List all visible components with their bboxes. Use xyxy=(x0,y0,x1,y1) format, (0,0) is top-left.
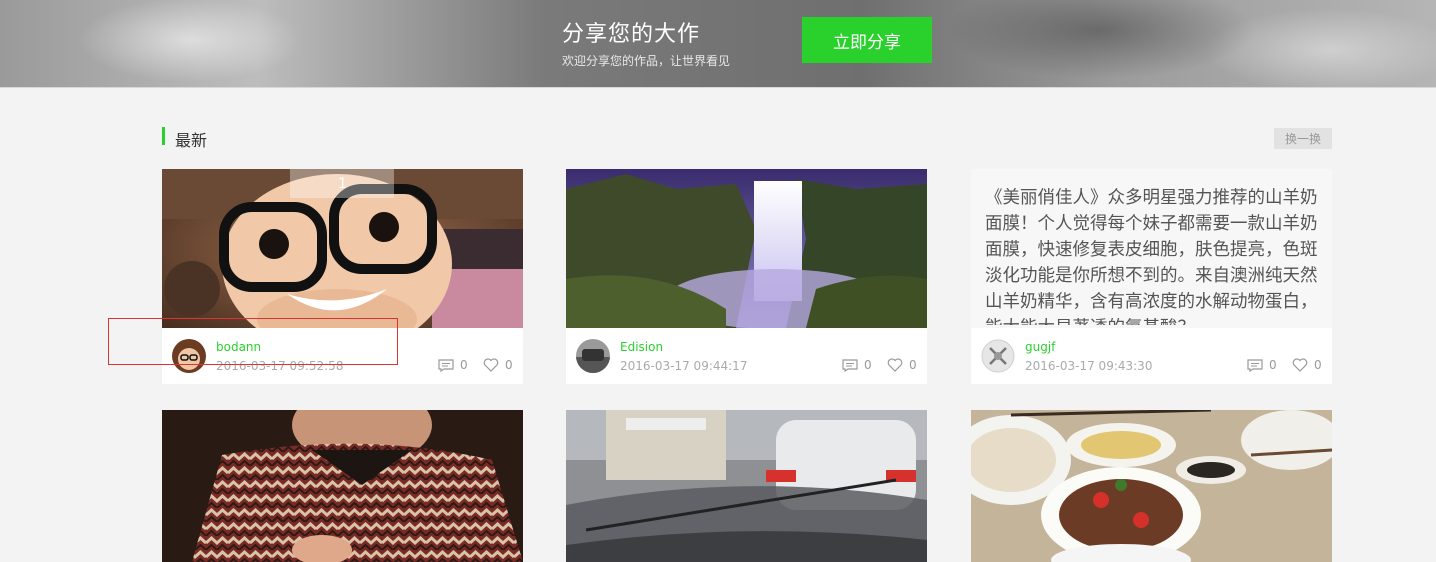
avatar[interactable] xyxy=(981,339,1015,373)
work-card[interactable] xyxy=(971,410,1332,562)
work-card[interactable] xyxy=(162,410,523,562)
avatar[interactable] xyxy=(172,339,206,373)
share-banner: 分享您的大作 欢迎分享您的作品，让世界看见 立即分享 xyxy=(0,0,1436,88)
banner-title: 分享您的大作 xyxy=(562,22,701,47)
banner-subtitle: 欢迎分享您的作品，让世界看见 xyxy=(562,54,731,68)
post-date: 2016-03-17 09:44:17 xyxy=(620,359,748,373)
comment-count[interactable]: 0 xyxy=(438,358,468,372)
share-now-button[interactable]: 立即分享 xyxy=(802,17,932,63)
card-footer: bodann 2016-03-17 09:52:58 0 0 xyxy=(162,328,523,384)
username-link[interactable]: gugjf xyxy=(1025,340,1055,354)
comment-icon xyxy=(438,358,454,372)
work-card[interactable]: 1 bodann 2016-03-17 09:52:58 0 0 xyxy=(162,169,523,384)
comment-icon xyxy=(842,358,858,372)
comment-count[interactable]: 0 xyxy=(1247,358,1277,372)
heart-icon xyxy=(1292,358,1308,372)
card-footer: gugjf 2016-03-17 09:43:30 0 0 xyxy=(971,328,1332,384)
work-card[interactable] xyxy=(566,410,927,562)
like-count[interactable]: 0 xyxy=(483,358,513,372)
card-image-sweater[interactable] xyxy=(162,410,523,562)
username-link[interactable]: Edision xyxy=(620,340,663,354)
work-card[interactable]: Edision 2016-03-17 09:44:17 0 0 xyxy=(566,169,927,384)
refresh-button[interactable]: 换一换 xyxy=(1274,128,1332,149)
username-link[interactable]: bodann xyxy=(216,340,261,354)
avatar[interactable] xyxy=(576,339,610,373)
work-card[interactable]: 《美丽俏佳人》众多明星强力推荐的山羊奶面膜！个人觉得每个妹子都需要一款山羊奶面膜… xyxy=(971,169,1332,384)
section-title: 最新 xyxy=(175,131,208,150)
post-excerpt: 《美丽俏佳人》众多明星强力推荐的山羊奶面膜！个人觉得每个妹子都需要一款山羊奶面膜… xyxy=(985,188,1318,325)
heart-icon xyxy=(483,358,499,372)
post-date: 2016-03-17 09:52:58 xyxy=(216,359,344,373)
like-count[interactable]: 0 xyxy=(887,358,917,372)
card-image-traffic[interactable] xyxy=(566,410,927,562)
rank-badge: 1 xyxy=(162,169,523,198)
heart-icon xyxy=(887,358,903,372)
card-image-waterfall[interactable] xyxy=(566,169,927,328)
card-text-preview[interactable]: 《美丽俏佳人》众多明星强力推荐的山羊奶面膜！个人觉得每个妹子都需要一款山羊奶面膜… xyxy=(971,169,1332,328)
card-image-dinner[interactable] xyxy=(971,410,1332,562)
section-accent-bar xyxy=(162,127,165,145)
card-image-child[interactable]: 1 xyxy=(162,169,523,328)
comment-icon xyxy=(1247,358,1263,372)
like-count[interactable]: 0 xyxy=(1292,358,1322,372)
post-date: 2016-03-17 09:43:30 xyxy=(1025,359,1153,373)
comment-count[interactable]: 0 xyxy=(842,358,872,372)
card-footer: Edision 2016-03-17 09:44:17 0 0 xyxy=(566,328,927,384)
